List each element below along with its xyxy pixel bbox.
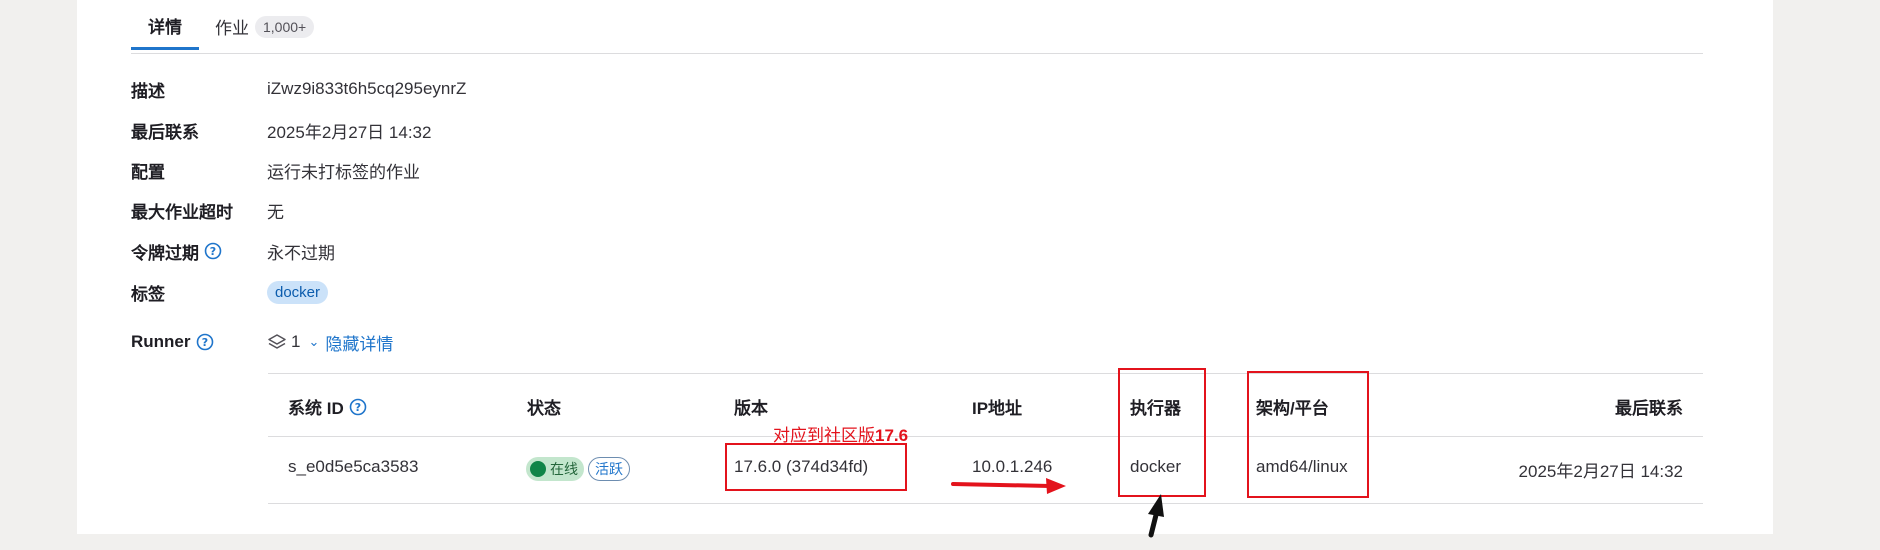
black-arrow-icon bbox=[1148, 494, 1164, 538]
annotation-arrows bbox=[951, 478, 1164, 538]
red-arrow-icon bbox=[951, 478, 1066, 494]
